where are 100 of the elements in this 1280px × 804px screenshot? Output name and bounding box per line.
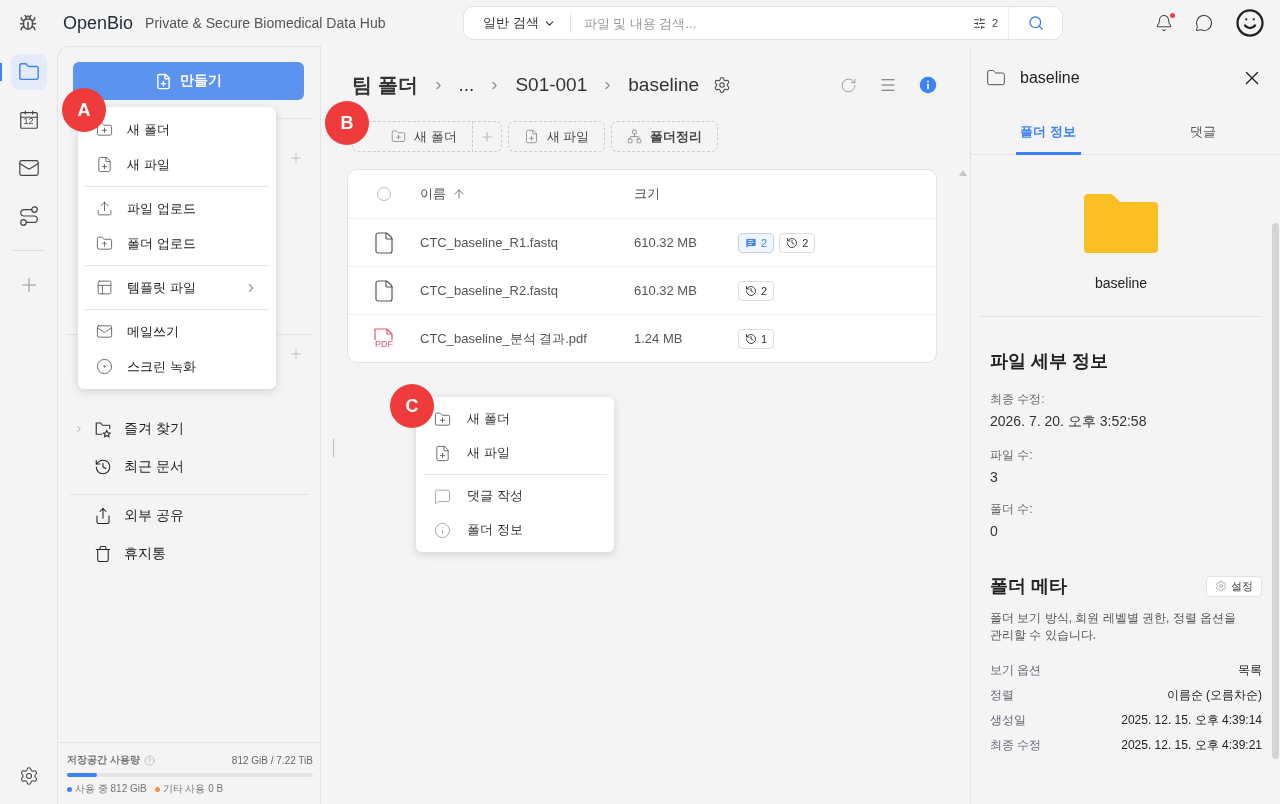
organize-icon bbox=[627, 129, 643, 144]
sliders-icon bbox=[972, 16, 986, 30]
breadcrumb-item[interactable]: baseline bbox=[628, 74, 700, 96]
comment-count[interactable]: 2 bbox=[738, 232, 775, 253]
storage-total: 812 GiB / 7.22 TiB bbox=[231, 754, 313, 766]
breadcrumb-item[interactable]: ... bbox=[458, 74, 475, 96]
file-icon bbox=[372, 278, 396, 303]
sidebar-item[interactable]: 최근 문서 bbox=[58, 448, 320, 486]
mail-icon bbox=[17, 157, 40, 179]
refresh-icon[interactable] bbox=[840, 76, 857, 94]
meta-label: 생성일 bbox=[990, 712, 1026, 729]
folder-plus-icon bbox=[96, 121, 113, 138]
settings-button[interactable]: 설정 bbox=[1206, 575, 1262, 597]
filter-button[interactable]: 2 bbox=[962, 16, 1008, 30]
section-heading: 파일 세부 정보 bbox=[990, 350, 1109, 373]
search-scope-dropdown[interactable]: 일반 검색 bbox=[464, 13, 571, 33]
scrollbar[interactable] bbox=[1272, 223, 1279, 759]
history-icon bbox=[745, 284, 757, 297]
folder-name: baseline bbox=[1094, 275, 1148, 291]
file-name[interactable]: CTC_baseline_R2.fastq bbox=[420, 283, 634, 298]
file-plus-icon bbox=[523, 129, 539, 144]
chat-icon bbox=[1195, 14, 1213, 32]
version-count[interactable]: 2 bbox=[738, 280, 775, 301]
menu-item[interactable]: 댓글 작성 bbox=[467, 479, 609, 513]
version-count[interactable]: 2 bbox=[779, 232, 816, 253]
toolbar-button[interactable]: 폴더정리 bbox=[611, 121, 719, 152]
file-plus-icon bbox=[155, 72, 172, 90]
detail-value: 2026. 7. 20. 오후 3:52:58 bbox=[990, 413, 1148, 431]
menu-item[interactable]: 새 폴더 bbox=[127, 112, 271, 147]
panel-title: baseline bbox=[1020, 69, 1080, 87]
folder-plus-icon bbox=[391, 129, 406, 144]
storage-label: 저장공간 사용량 bbox=[67, 753, 140, 767]
menu-item[interactable]: 파일 업로드 bbox=[127, 191, 271, 226]
sidebar-item[interactable]: 휴지통 bbox=[58, 535, 320, 573]
file-size: 610.32 MB bbox=[634, 235, 698, 250]
profile-button[interactable] bbox=[1235, 8, 1265, 38]
settings-icon bbox=[18, 766, 39, 786]
breadcrumb-item[interactable]: S01-001 bbox=[515, 74, 588, 96]
detail-value: 3 bbox=[990, 469, 999, 485]
folder-icon bbox=[986, 68, 1006, 88]
scroll-up-arrow[interactable] bbox=[959, 170, 967, 176]
star-folder-icon bbox=[94, 420, 112, 438]
search-icon bbox=[1027, 15, 1044, 31]
notification-button[interactable] bbox=[1155, 14, 1173, 32]
annotation-marker: C bbox=[390, 384, 434, 428]
menu-item[interactable]: 새 파일 bbox=[127, 147, 271, 182]
history-icon bbox=[786, 236, 799, 249]
template-icon bbox=[96, 279, 113, 296]
file-size: 1.24 MB bbox=[634, 331, 684, 346]
meta-label: 정렬 bbox=[990, 687, 1014, 704]
meta-value: 이름순 (오름차순) bbox=[1166, 687, 1262, 704]
version-count[interactable]: 1 bbox=[738, 328, 775, 349]
info-icon[interactable] bbox=[919, 76, 937, 94]
meta-value: 목록 bbox=[1238, 662, 1262, 679]
toolbar-button[interactable]: 새 파일 bbox=[507, 121, 606, 152]
logo-icon bbox=[19, 14, 37, 32]
menu-item[interactable]: 메일쓰기 bbox=[127, 314, 271, 349]
column-header[interactable]: 이름 bbox=[420, 185, 634, 203]
menu-item[interactable]: 스크린 녹화 bbox=[127, 349, 271, 384]
comment-icon bbox=[434, 487, 451, 505]
mail-icon bbox=[96, 323, 113, 340]
meta-label: 보기 옵션 bbox=[990, 662, 1042, 679]
file-plus-icon bbox=[434, 444, 451, 462]
list-view-icon[interactable] bbox=[879, 76, 897, 94]
menu-item[interactable]: 폴더 정보 bbox=[467, 513, 609, 547]
menu-item[interactable]: 새 폴더 bbox=[467, 402, 609, 436]
info-icon bbox=[434, 521, 451, 539]
file-size: 610.32 MB bbox=[634, 283, 698, 298]
meta-value: 2025. 12. 15. 오후 4:39:21 bbox=[1121, 737, 1262, 754]
trash-icon bbox=[94, 545, 112, 563]
calendar-icon bbox=[17, 109, 40, 131]
select-all-checkbox[interactable] bbox=[377, 187, 391, 201]
menu-item[interactable]: 새 파일 bbox=[467, 436, 609, 470]
annotation-marker: B bbox=[325, 101, 369, 145]
history-icon bbox=[94, 458, 112, 476]
file-name[interactable]: CTC_baseline_R1.fastq bbox=[420, 235, 634, 250]
breadcrumb-item[interactable]: 팀 폴더 bbox=[352, 71, 418, 99]
share-icon bbox=[94, 507, 112, 525]
detail-label: 파일 수: bbox=[990, 447, 1034, 464]
column-header[interactable]: 크기 bbox=[634, 185, 738, 203]
history-icon bbox=[745, 332, 757, 345]
app-tagline: Private & Secure Biomedical Data Hub bbox=[145, 15, 386, 31]
menu-item[interactable]: 폴더 업로드 bbox=[127, 226, 271, 261]
bell-icon bbox=[1155, 14, 1173, 32]
sidebar-item[interactable]: 외부 공유 bbox=[58, 497, 320, 535]
sidebar-item[interactable]: 즐겨 찾기 bbox=[58, 410, 320, 448]
detail-label: 최종 수정: bbox=[990, 391, 1046, 408]
search-field[interactable]: 파일 및 내용 검색... bbox=[570, 14, 963, 32]
menu-item[interactable]: 템플릿 파일 bbox=[127, 270, 271, 305]
file-name[interactable]: CTC_baseline_분석 결과.pdf bbox=[420, 329, 634, 348]
panel-tab[interactable]: 댓글 bbox=[1125, 110, 1280, 154]
help-icon[interactable] bbox=[143, 754, 155, 766]
folder-icon bbox=[1084, 194, 1158, 253]
settings-button[interactable] bbox=[18, 766, 39, 786]
smiley-icon bbox=[1235, 8, 1265, 38]
settings-icon[interactable] bbox=[713, 76, 732, 94]
meta-description: 폴더 보기 방식, 회원 레벨별 권한, 정렬 옵션을 관리할 수 있습니다. bbox=[990, 610, 1237, 644]
folder-plus-icon bbox=[434, 410, 451, 428]
chat-button[interactable] bbox=[1195, 14, 1213, 32]
search-bar[interactable]: 일반 검색 파일 및 내용 검색... 2 bbox=[463, 6, 1063, 40]
